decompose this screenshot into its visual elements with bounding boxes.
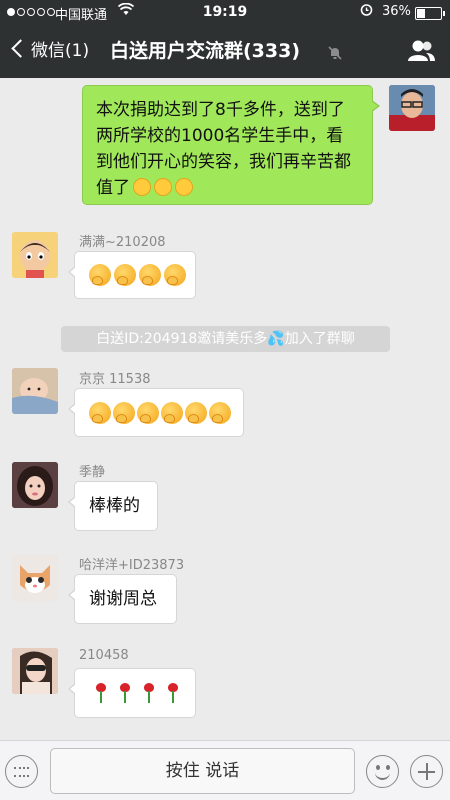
back-button[interactable]: 微信(1) xyxy=(8,36,89,61)
message-bubble[interactable] xyxy=(68,388,244,437)
alarm-icon xyxy=(360,3,373,20)
sender-avatar[interactable] xyxy=(12,462,58,508)
back-label: 微信(1) xyxy=(31,41,90,61)
emoji-icon[interactable] xyxy=(366,755,399,788)
chevron-left-icon xyxy=(11,39,30,58)
chat-header: 微信(1) 白送用户交流群(333) xyxy=(0,26,450,78)
system-message: 白送ID:204918邀请美乐多💦加入了群聊 xyxy=(61,326,390,352)
chat-title: 白送用户交流群(333) xyxy=(110,40,301,62)
top-bar: 中国联通 19:19 36% 微信(1) 白送用户交流群(333) xyxy=(0,0,450,78)
sender-avatar[interactable] xyxy=(12,648,58,694)
sender-avatar[interactable] xyxy=(12,368,58,414)
message-text: 谢谢周总 xyxy=(89,589,157,609)
plus-icon[interactable] xyxy=(410,755,443,788)
sender-name: 京京 11538 xyxy=(79,372,151,387)
praying-face-emoji xyxy=(75,252,195,298)
battery-icon xyxy=(415,7,442,20)
message-text: 棒棒的 xyxy=(89,496,140,516)
hold-to-talk-button[interactable]: 按住 说话 xyxy=(50,748,355,794)
mute-bell-icon xyxy=(328,45,342,60)
sender-name: 满满~210208 xyxy=(79,235,166,250)
sender-avatar[interactable] xyxy=(12,232,58,278)
battery-percent: 36% xyxy=(382,4,411,19)
sender-name: 210458 xyxy=(79,648,129,663)
message-bubble[interactable]: 棒棒的 xyxy=(68,481,158,531)
rose-emoji xyxy=(75,669,195,717)
input-bar: 按住 说话 xyxy=(0,740,450,800)
message-bubble[interactable] xyxy=(68,251,196,299)
message-bubble[interactable]: 谢谢周总 xyxy=(68,574,177,624)
own-message-bubble[interactable]: 本次捐助达到了8千多件，送到了两所学校的1000名学生手中，看到他们开心的笑容，… xyxy=(82,85,380,205)
battery-tip xyxy=(443,11,445,16)
own-avatar[interactable] xyxy=(389,85,435,131)
sender-name: 哈洋洋+ID23873 xyxy=(79,558,185,573)
praying-face-emoji xyxy=(75,389,243,436)
smile-emoji xyxy=(130,178,193,197)
keyboard-icon[interactable] xyxy=(5,755,38,788)
message-bubble[interactable] xyxy=(68,668,196,718)
status-bar: 中国联通 19:19 36% xyxy=(0,0,450,26)
group-members-icon[interactable] xyxy=(406,38,436,64)
sender-avatar[interactable] xyxy=(12,555,58,601)
sender-name: 季静 xyxy=(79,465,106,480)
